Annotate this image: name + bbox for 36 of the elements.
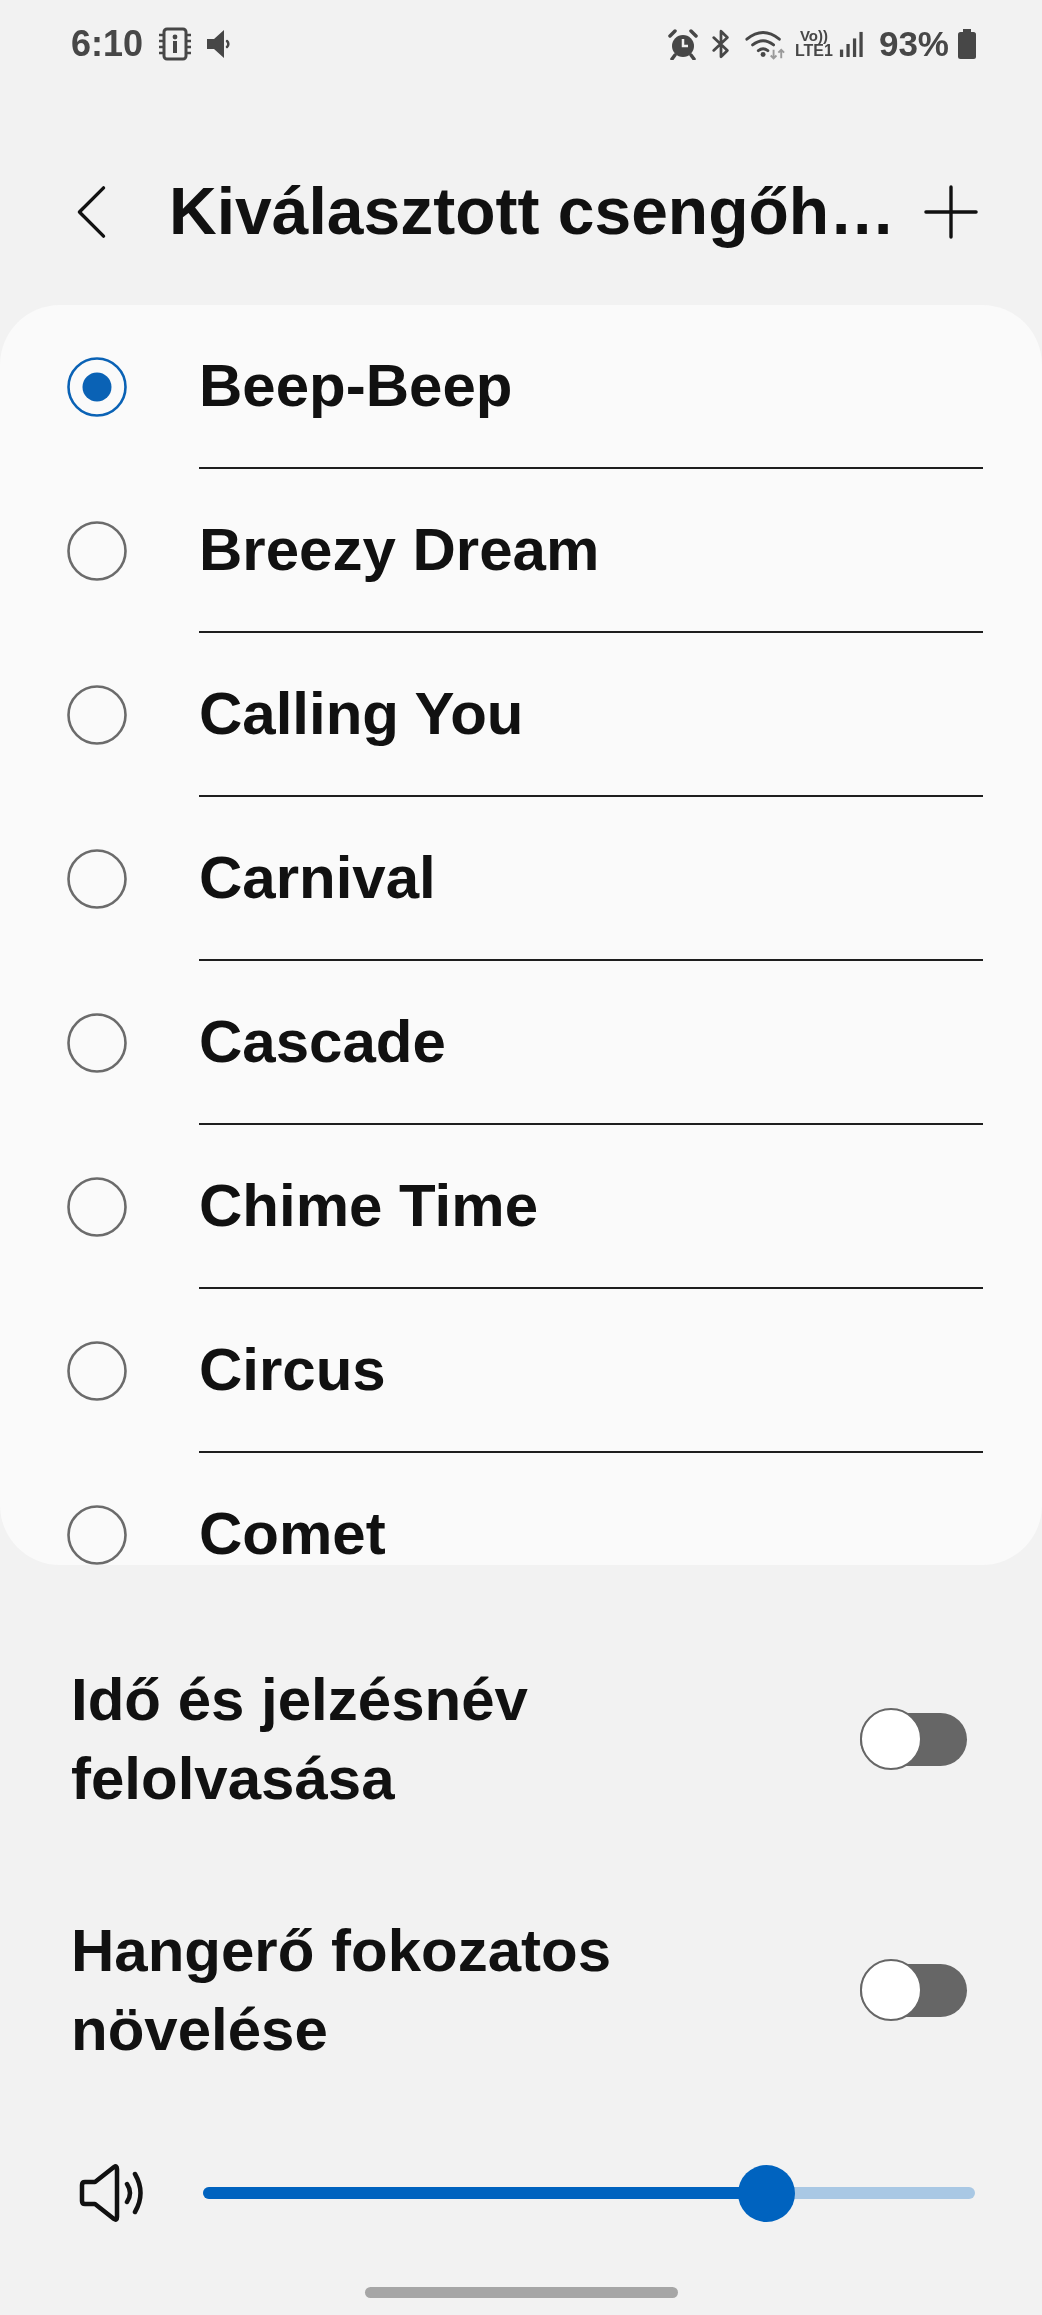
ringtone-item[interactable]: Carnival: [0, 797, 1042, 961]
radio-button[interactable]: [67, 1013, 127, 1073]
radio-button[interactable]: [67, 685, 127, 745]
radio-button[interactable]: [67, 1341, 127, 1401]
radio-button[interactable]: [67, 849, 127, 909]
network-label: LTE1: [795, 43, 833, 61]
wifi-icon: [744, 28, 786, 60]
battery-icon: [957, 29, 977, 59]
setting-label: Idő és jelzésnév felolvasása: [71, 1665, 529, 1814]
ringtone-item[interactable]: Breezy Dream: [0, 469, 1042, 633]
radio-button[interactable]: [67, 1177, 127, 1237]
status-time: 6:10: [71, 24, 144, 64]
radio-button[interactable]: [67, 521, 127, 581]
screen-title: Kiválasztott csengőh…: [169, 173, 897, 251]
ringtone-item[interactable]: Circus: [0, 1289, 1042, 1453]
plus-icon: [924, 185, 978, 239]
toggle-switch[interactable]: [860, 1708, 967, 1770]
ringtone-item[interactable]: Cascade: [0, 961, 1042, 1125]
ringtone-item[interactable]: Beep-Beep: [0, 305, 1042, 469]
radio-button[interactable]: [67, 1505, 127, 1565]
signal-icon: [838, 31, 865, 57]
volume-slider[interactable]: [203, 2164, 975, 2222]
volte-label: Vo)): [799, 27, 828, 44]
back-button[interactable]: [75, 185, 107, 239]
info-icon: [159, 27, 192, 61]
alarm-clock-icon: [667, 28, 699, 60]
ringtone-item[interactable]: Comet: [0, 1453, 1042, 1565]
ringtone-item[interactable]: Chime Time: [0, 1125, 1042, 1289]
setting-label: Hangerő fokozatos növelése: [71, 1916, 613, 2065]
chevron-left-icon: [75, 185, 107, 239]
radio-button[interactable]: [67, 357, 127, 417]
battery-percentage: 93%: [878, 24, 949, 64]
toggle-switch[interactable]: [860, 1959, 967, 2021]
bluetooth-icon: [710, 28, 732, 60]
add-button[interactable]: [924, 185, 978, 239]
ringtone-item[interactable]: Calling You: [0, 633, 1042, 797]
